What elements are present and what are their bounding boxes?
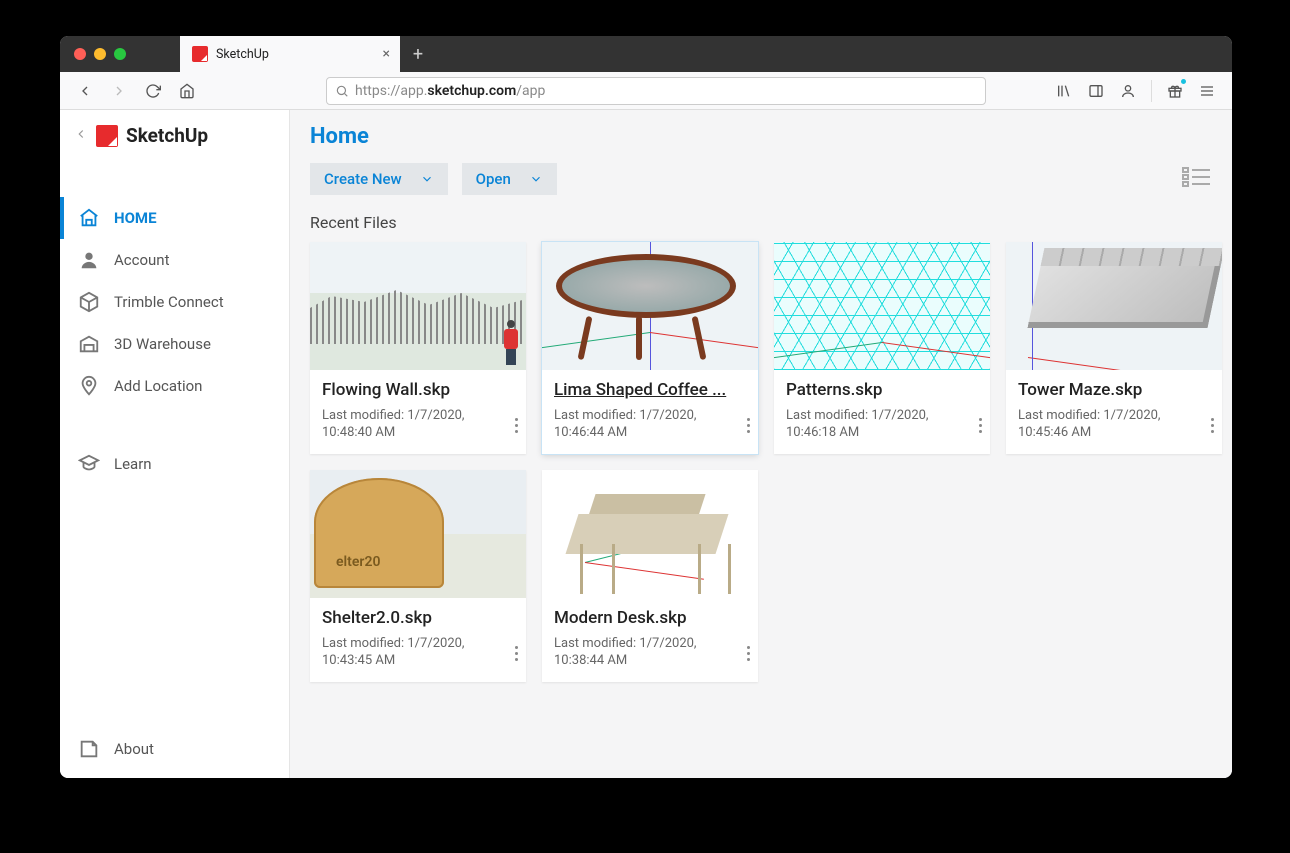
file-thumbnail [542, 470, 758, 598]
search-icon [335, 84, 349, 98]
browser-toolbar: https://app.sketchup.com/app [60, 72, 1232, 110]
menu-button[interactable] [1192, 77, 1222, 105]
chevron-down-icon [529, 172, 543, 186]
sketchup-logo-icon [96, 125, 118, 147]
file-name: Tower Maze.skp [1018, 380, 1210, 400]
sidebar-button[interactable] [1081, 77, 1111, 105]
window-maximize-button[interactable] [114, 48, 126, 60]
recent-files-heading: Recent Files [310, 213, 1212, 232]
url-text: https://app.sketchup.com/app [355, 83, 545, 99]
file-thumbnail [310, 470, 526, 598]
file-menu-button[interactable] [979, 415, 982, 436]
file-name: Flowing Wall.skp [322, 380, 514, 400]
nav-trimble-label: Trimble Connect [114, 293, 224, 311]
nav-home-label: HOME [114, 209, 157, 227]
warehouse-icon [78, 333, 100, 355]
sidebar-back-button[interactable] [74, 126, 88, 145]
file-card[interactable]: Patterns.skp Last modified: 1/7/2020, 10… [774, 242, 990, 454]
file-card[interactable]: Shelter2.0.skp Last modified: 1/7/2020, … [310, 470, 526, 682]
file-modified: Last modified: 1/7/2020, 10:46:18 AM [786, 408, 978, 442]
file-card[interactable]: Modern Desk.skp Last modified: 1/7/2020,… [542, 470, 758, 682]
list-icon [1182, 166, 1212, 188]
nav-learn-label: Learn [114, 455, 152, 473]
file-menu-button[interactable] [747, 415, 750, 436]
account-button[interactable] [1113, 77, 1143, 105]
forward-button[interactable] [104, 77, 134, 105]
file-name: Modern Desk.skp [554, 608, 746, 628]
file-name: Lima Shaped Coffee ... [554, 380, 746, 400]
location-icon [78, 375, 100, 397]
file-modified: Last modified: 1/7/2020, 10:46:44 AM [554, 408, 746, 442]
account-icon [78, 249, 100, 271]
file-card[interactable]: Tower Maze.skp Last modified: 1/7/2020, … [1006, 242, 1222, 454]
separator [1151, 80, 1152, 102]
trimble-icon [78, 291, 100, 313]
file-thumbnail [1006, 242, 1222, 370]
nav-location[interactable]: Add Location [60, 365, 289, 407]
file-modified: Last modified: 1/7/2020, 10:38:44 AM [554, 636, 746, 670]
tab-close-button[interactable]: × [383, 46, 390, 62]
url-pre: https://app. [355, 83, 427, 99]
file-name: Patterns.skp [786, 380, 978, 400]
reload-button[interactable] [138, 77, 168, 105]
action-bar: Create New Open [310, 163, 1212, 195]
nav-trimble[interactable]: Trimble Connect [60, 281, 289, 323]
tab-title: SketchUp [216, 47, 269, 62]
nav-about[interactable]: About [60, 728, 289, 770]
create-new-dropdown[interactable]: Create New [310, 163, 448, 195]
browser-window: SketchUp × + https://app.sketchup.com/ap… [60, 36, 1232, 778]
nav-account[interactable]: Account [60, 239, 289, 281]
whats-new-button[interactable] [1160, 77, 1190, 105]
file-menu-button[interactable] [515, 415, 518, 436]
nav-account-label: Account [114, 251, 170, 269]
nav-warehouse-label: 3D Warehouse [114, 335, 211, 353]
file-menu-button[interactable] [747, 643, 750, 664]
file-menu-button[interactable] [1211, 415, 1214, 436]
sidebar: SketchUp HOME Account Trimble Connect 3 [60, 110, 290, 778]
brand: SketchUp [60, 116, 289, 167]
file-thumbnail [310, 242, 526, 370]
sketchup-favicon [192, 46, 208, 62]
file-card[interactable]: Flowing Wall.skp Last modified: 1/7/2020… [310, 242, 526, 454]
create-new-label: Create New [324, 170, 402, 188]
recent-files-grid: Flowing Wall.skp Last modified: 1/7/2020… [310, 242, 1212, 682]
chevron-down-icon [420, 172, 434, 186]
file-menu-button[interactable] [515, 643, 518, 664]
window-minimize-button[interactable] [94, 48, 106, 60]
open-label: Open [476, 170, 511, 188]
file-name: Shelter2.0.skp [322, 608, 514, 628]
back-button[interactable] [70, 77, 100, 105]
browser-tab[interactable]: SketchUp × [180, 36, 400, 72]
main-content: Home Create New Open Re [290, 110, 1232, 778]
nav-about-label: About [114, 740, 154, 758]
url-bar[interactable]: https://app.sketchup.com/app [326, 77, 986, 105]
url-host: sketchup.com [427, 83, 516, 99]
nav-learn[interactable]: Learn [60, 443, 289, 485]
nav-location-label: Add Location [114, 377, 202, 395]
about-icon [78, 738, 100, 760]
window-controls [60, 48, 140, 60]
view-list-toggle[interactable] [1182, 166, 1212, 192]
nav-home[interactable]: HOME [60, 197, 289, 239]
app-body: SketchUp HOME Account Trimble Connect 3 [60, 110, 1232, 778]
file-card[interactable]: Lima Shaped Coffee ... Last modified: 1/… [542, 242, 758, 454]
library-button[interactable] [1049, 77, 1079, 105]
page-title: Home [310, 124, 1212, 149]
file-modified: Last modified: 1/7/2020, 10:45:46 AM [1018, 408, 1210, 442]
home-icon [78, 207, 100, 229]
file-modified: Last modified: 1/7/2020, 10:43:45 AM [322, 636, 514, 670]
nav-warehouse[interactable]: 3D Warehouse [60, 323, 289, 365]
file-thumbnail [542, 242, 758, 370]
window-close-button[interactable] [74, 48, 86, 60]
file-thumbnail [774, 242, 990, 370]
nav: HOME Account Trimble Connect 3D Warehous… [60, 167, 289, 485]
open-dropdown[interactable]: Open [462, 163, 557, 195]
learn-icon [78, 453, 100, 475]
url-post: /app [516, 83, 545, 99]
brand-name: SketchUp [126, 124, 208, 147]
new-tab-button[interactable]: + [400, 36, 436, 72]
file-modified: Last modified: 1/7/2020, 10:48:40 AM [322, 408, 514, 442]
browser-tabbar: SketchUp × + [60, 36, 1232, 72]
home-button[interactable] [172, 77, 202, 105]
